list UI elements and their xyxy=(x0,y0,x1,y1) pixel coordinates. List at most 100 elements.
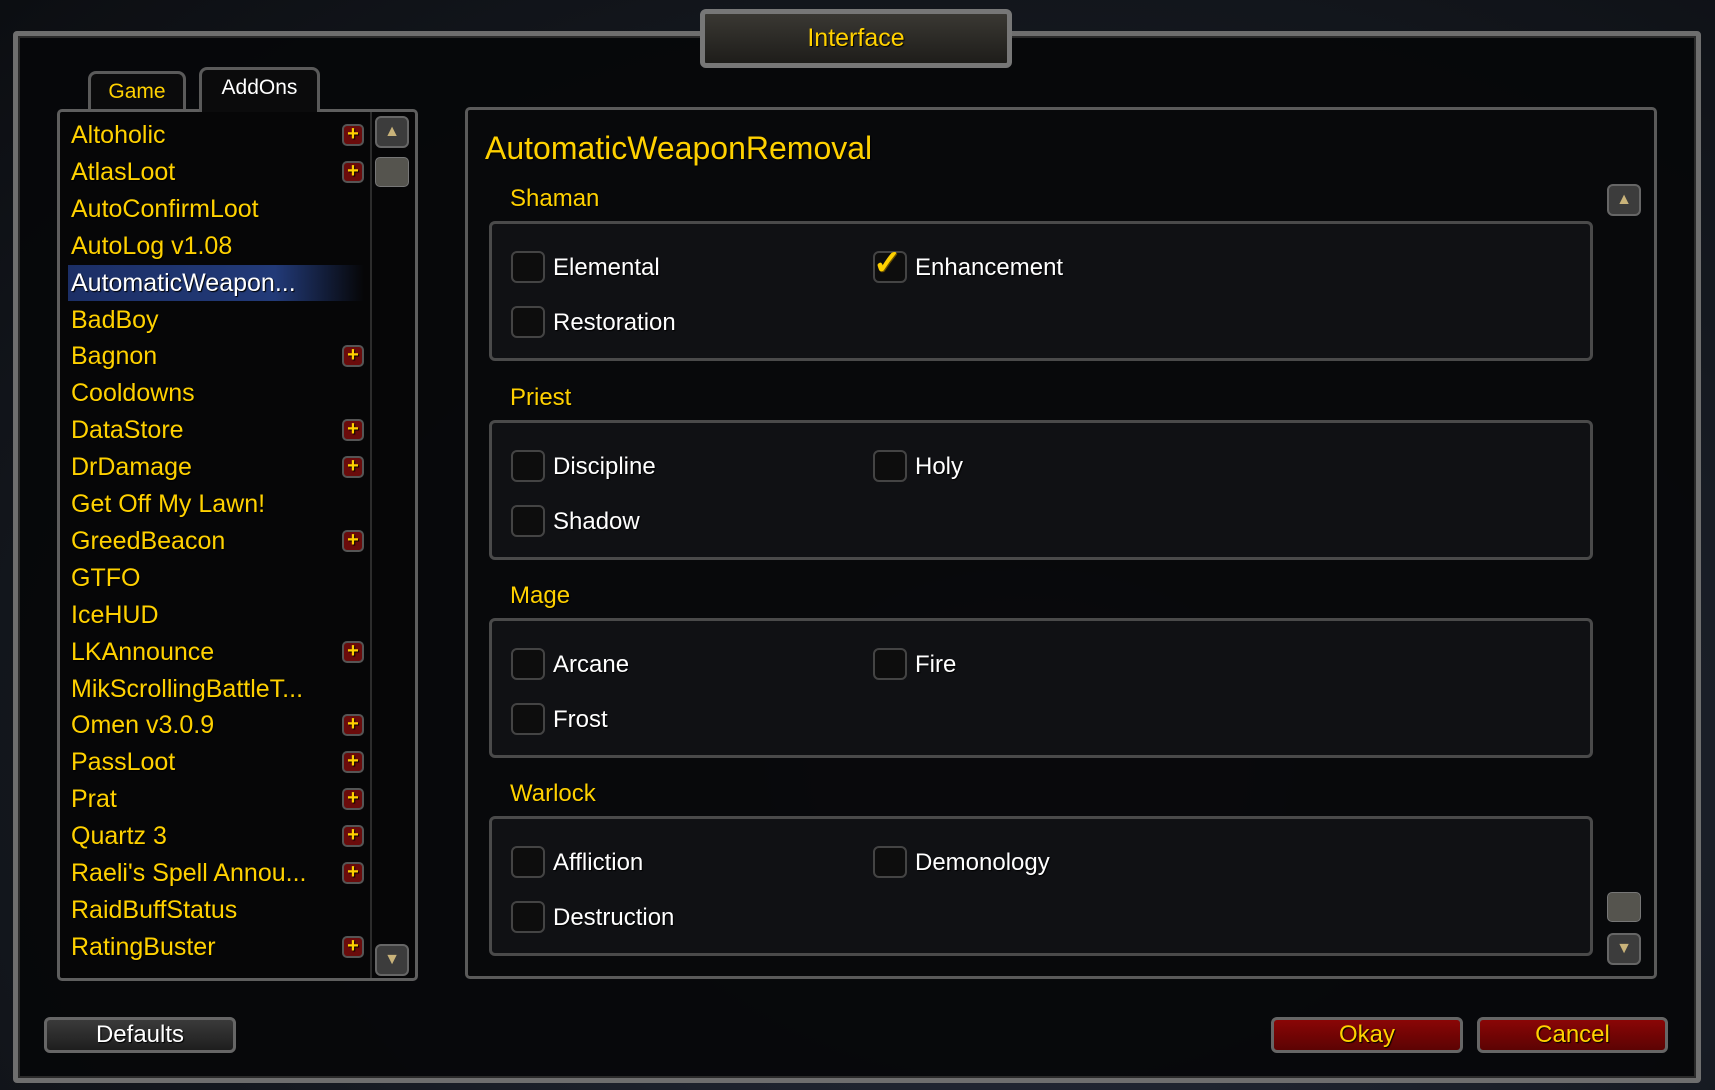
addon-list-item[interactable]: AutomaticWeapon... xyxy=(68,264,364,301)
cancel-button[interactable]: Cancel xyxy=(1477,1017,1668,1053)
scroll-thumb[interactable] xyxy=(375,157,409,187)
okay-button[interactable]: Okay xyxy=(1271,1017,1463,1053)
checkbox-elemental[interactable] xyxy=(511,251,545,283)
expand-plus-icon[interactable]: + xyxy=(342,345,364,368)
checkbox-demonology[interactable] xyxy=(873,846,907,878)
checkbox-label[interactable]: Frost xyxy=(553,706,608,734)
checkmark-icon: ✓ xyxy=(873,244,902,282)
addon-name: Get Off My Lawn! xyxy=(71,490,266,518)
addon-list-scrollbar[interactable]: ▲ ▼ xyxy=(370,112,412,978)
addon-list-item[interactable]: BadBoy xyxy=(68,302,364,338)
checkbox-label[interactable]: Arcane xyxy=(553,651,629,679)
addon-name: Prat xyxy=(71,785,117,814)
checkbox-label[interactable]: Discipline xyxy=(553,453,656,481)
addon-name: AutoLog v1.08 xyxy=(71,231,233,260)
expand-plus-icon[interactable]: + xyxy=(342,456,364,479)
checkbox-label[interactable]: Demonology xyxy=(915,849,1050,877)
expand-plus-icon[interactable]: + xyxy=(342,862,364,884)
addon-name: Cooldowns xyxy=(71,379,195,408)
panel-scroll-thumb[interactable] xyxy=(1607,892,1641,922)
expand-plus-icon[interactable]: + xyxy=(342,935,364,958)
expand-plus-icon[interactable]: + xyxy=(342,640,364,663)
expand-plus-icon[interactable]: + xyxy=(342,825,364,848)
addon-list-item[interactable]: Get Off My Lawn! xyxy=(68,486,364,522)
addon-list-item[interactable]: PassLoot + xyxy=(68,744,364,780)
checkbox-holy[interactable] xyxy=(873,450,907,482)
addon-list-item[interactable]: Prat + xyxy=(68,781,364,817)
addon-list-item[interactable]: AutoConfirmLoot xyxy=(68,191,364,227)
addon-list-item[interactable]: RatingBuster + xyxy=(68,929,364,965)
addon-list: Altoholic + AtlasLoot + AutoConfirmLoot AutoL… xyxy=(57,109,418,981)
addon-list-item[interactable]: Bagnon + xyxy=(68,338,364,374)
expand-plus-icon[interactable]: + xyxy=(342,160,364,183)
addon-list-item[interactable]: GreedBeacon + xyxy=(68,523,364,559)
arrow-up-icon: ▲ xyxy=(384,123,400,140)
checkbox-affliction[interactable] xyxy=(511,846,545,878)
addon-options-panel: AutomaticWeaponRemoval Shaman Elemental ✓ E… xyxy=(465,107,1657,979)
addon-list-item[interactable]: Quartz 3 + xyxy=(68,818,364,854)
addon-name: AutoConfirmLoot xyxy=(71,194,259,223)
addon-name: Bagnon xyxy=(71,342,158,371)
checkbox-arcane[interactable] xyxy=(511,648,545,680)
scroll-down-button[interactable]: ▼ xyxy=(375,944,409,976)
addon-name: AutomaticWeapon... xyxy=(71,268,296,297)
checkbox-label[interactable]: Holy xyxy=(915,453,963,481)
addon-list-item[interactable]: DataStore + xyxy=(68,412,364,448)
arrow-up-icon: ▲ xyxy=(1616,191,1632,208)
checkbox-shadow[interactable] xyxy=(511,505,545,537)
addon-list-item[interactable]: Cooldowns xyxy=(68,375,364,411)
panel-title: AutomaticWeaponRemoval xyxy=(485,130,873,166)
expand-plus-icon[interactable]: + xyxy=(342,788,364,811)
addon-list-item[interactable]: Raeli's Spell Annou... + xyxy=(68,855,364,891)
tab-game[interactable]: Game xyxy=(88,71,186,111)
checkbox-discipline[interactable] xyxy=(511,450,545,482)
expand-plus-icon[interactable]: + xyxy=(342,124,364,146)
section-group: Affliction Demonology Destruction xyxy=(489,816,1593,956)
section-header: Priest xyxy=(510,384,572,411)
addon-list-item[interactable]: IceHUD xyxy=(68,597,364,633)
checkbox-label[interactable]: Shadow xyxy=(553,508,640,536)
checkbox-frost[interactable] xyxy=(511,703,545,735)
addon-list-item[interactable]: DrDamage + xyxy=(68,449,364,485)
addon-list-item[interactable]: AtlasLoot + xyxy=(68,154,364,190)
section-header: Shaman xyxy=(510,185,600,212)
addon-name: DataStore xyxy=(71,416,184,445)
arrow-down-icon: ▼ xyxy=(384,951,400,968)
addon-name: Quartz 3 xyxy=(71,822,167,851)
addon-name: BadBoy xyxy=(71,305,159,334)
checkbox-destruction[interactable] xyxy=(511,901,545,933)
expand-plus-icon[interactable]: + xyxy=(342,419,364,442)
checkbox-label[interactable]: Enhancement xyxy=(915,254,1063,282)
panel-scroll-up-button[interactable]: ▲ xyxy=(1607,184,1641,216)
addon-name: MikScrollingBattleT... xyxy=(71,674,304,703)
arrow-down-icon: ▼ xyxy=(1616,940,1632,957)
addon-name: Raeli's Spell Annou... xyxy=(71,859,307,887)
checkbox-fire[interactable] xyxy=(873,648,907,680)
checkbox-restoration[interactable] xyxy=(511,306,545,338)
tab-addons[interactable]: AddOns xyxy=(199,67,320,112)
expand-plus-icon[interactable]: + xyxy=(342,714,364,737)
addon-list-item[interactable]: GTFO xyxy=(68,560,364,596)
addon-list-item[interactable]: AutoLog v1.08 xyxy=(68,228,364,264)
addon-name: RaidBuffStatus xyxy=(71,895,238,924)
checkbox-enhancement[interactable]: ✓ xyxy=(873,244,907,283)
checkbox-label[interactable]: Destruction xyxy=(553,904,674,932)
addon-list-item[interactable]: MikScrollingBattleT... xyxy=(68,671,364,707)
addon-name: RatingBuster xyxy=(71,932,216,961)
scroll-up-button[interactable]: ▲ xyxy=(375,116,409,148)
checkbox-label[interactable]: Restoration xyxy=(553,309,676,337)
expand-plus-icon[interactable]: + xyxy=(342,751,364,774)
checkbox-label[interactable]: Affliction xyxy=(553,849,643,877)
expand-plus-icon[interactable]: + xyxy=(342,529,364,552)
checkbox-label[interactable]: Fire xyxy=(915,651,956,679)
checkbox-label[interactable]: Elemental xyxy=(553,254,660,282)
panel-scroll-down-button[interactable]: ▼ xyxy=(1607,933,1641,965)
addon-list-item[interactable]: Altoholic + xyxy=(68,117,364,153)
defaults-button[interactable]: Defaults xyxy=(44,1017,236,1053)
addon-list-item[interactable]: LKAnnounce + xyxy=(68,634,364,670)
addon-name: Altoholic xyxy=(71,121,166,149)
addon-list-item[interactable]: RaidBuffStatus xyxy=(68,892,364,928)
addon-name: LKAnnounce xyxy=(71,637,215,666)
addon-list-item[interactable]: Omen v3.0.9 + xyxy=(68,707,364,743)
addon-name: Omen v3.0.9 xyxy=(71,711,215,740)
